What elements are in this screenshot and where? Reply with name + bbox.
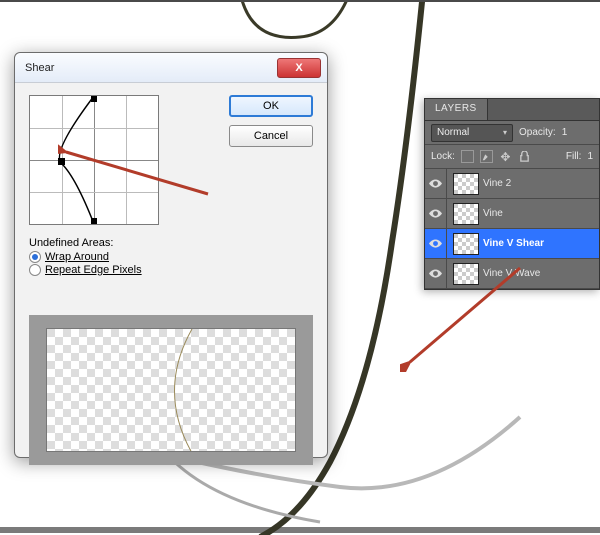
layer-thumbnail — [453, 233, 479, 255]
fill-value[interactable]: 1 — [587, 151, 593, 162]
layer-list: Vine 2 Vine Vine V Shear Vine V Wave — [425, 169, 599, 289]
repeat-edge-option[interactable]: Repeat Edge Pixels — [29, 264, 313, 276]
layer-thumbnail — [453, 203, 479, 225]
lock-transparency-icon[interactable] — [461, 150, 474, 163]
lock-position-icon[interactable]: ✥ — [499, 150, 512, 163]
ok-button[interactable]: OK — [229, 95, 313, 117]
dialog-title-bar[interactable]: Shear X — [15, 53, 327, 83]
layer-name: Vine V Shear — [483, 238, 544, 249]
lock-paint-icon[interactable] — [480, 150, 493, 163]
radio-icon — [29, 264, 41, 276]
close-icon: X — [295, 62, 302, 74]
layer-name: Vine — [483, 208, 503, 219]
cancel-button[interactable]: Cancel — [229, 125, 313, 147]
layer-thumbnail — [453, 173, 479, 195]
visibility-toggle[interactable] — [425, 229, 447, 258]
layer-name: Vine 2 — [483, 178, 511, 189]
layers-panel: LAYERS Normal ▾ Opacity: 1 Lock: ✥ Fill:… — [424, 98, 600, 290]
opacity-value[interactable]: 1 — [562, 127, 568, 138]
chevron-down-icon: ▾ — [503, 128, 507, 137]
layer-name: Vine V Wave — [483, 268, 540, 279]
dialog-close-button[interactable]: X — [277, 58, 321, 78]
shear-dialog: Shear X OK Cancel — [14, 52, 328, 458]
dialog-title: Shear — [15, 62, 54, 74]
shear-preview — [29, 315, 313, 465]
layer-row[interactable]: Vine — [425, 199, 599, 229]
opacity-label: Opacity: — [519, 127, 556, 138]
lock-label: Lock: — [431, 151, 455, 162]
shear-grid[interactable] — [29, 95, 159, 225]
visibility-toggle[interactable] — [425, 169, 447, 198]
visibility-toggle[interactable] — [425, 259, 447, 288]
layer-row[interactable]: Vine V Wave — [425, 259, 599, 289]
layers-tab[interactable]: LAYERS — [425, 99, 488, 120]
preview-checker — [46, 328, 296, 452]
layer-row[interactable]: Vine 2 — [425, 169, 599, 199]
visibility-toggle[interactable] — [425, 199, 447, 228]
layer-row[interactable]: Vine V Shear — [425, 229, 599, 259]
undefined-areas-label: Undefined Areas: — [29, 237, 313, 249]
blend-mode-select[interactable]: Normal ▾ — [431, 124, 513, 142]
wrap-around-option[interactable]: Wrap Around — [29, 251, 313, 263]
lock-all-icon[interactable] — [518, 150, 531, 163]
fill-label: Fill: — [566, 151, 582, 162]
radio-icon — [29, 251, 41, 263]
layer-thumbnail — [453, 263, 479, 285]
